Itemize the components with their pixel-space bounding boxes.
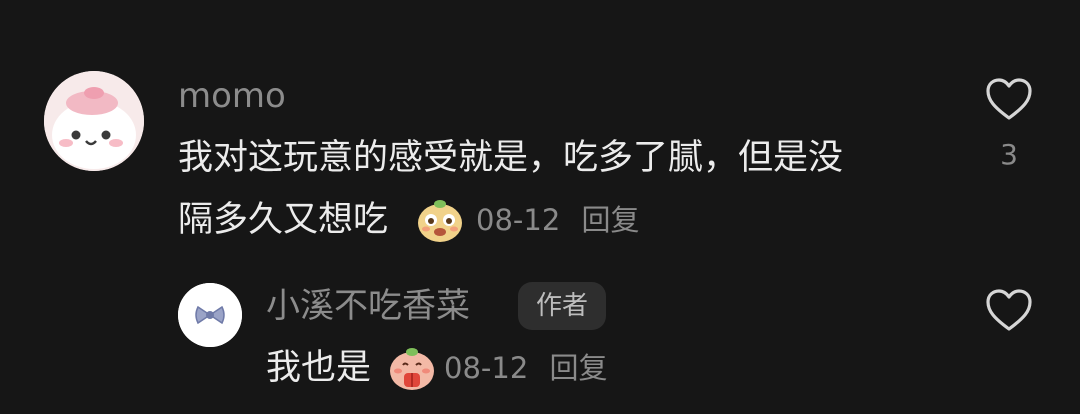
- reply-text: 我也是: [266, 348, 372, 388]
- avatar[interactable]: [44, 71, 144, 171]
- reply-link[interactable]: 回复: [582, 203, 640, 237]
- bow-avatar-icon: [178, 283, 242, 347]
- like-count: 3: [1000, 138, 1018, 171]
- author-badge: 作者: [518, 282, 607, 330]
- reply-username[interactable]: 小溪不吃香菜: [266, 286, 470, 326]
- pink-cartoon-avatar-icon: [44, 71, 144, 171]
- reply-date: 08-12: [444, 351, 529, 385]
- comment-username[interactable]: momo: [178, 76, 286, 116]
- comment-date: 08-12: [476, 203, 561, 237]
- reply-avatar[interactable]: [178, 283, 242, 347]
- heart-icon[interactable]: [984, 76, 1034, 122]
- smiling-face-emoji-icon: [418, 200, 462, 242]
- comment-item: momo 我对这玩意的感受就是，吃多了腻，但是没 隔多久又想吃 08-12 回复…: [0, 0, 1080, 270]
- comment-text-line-1: 我对这玩意的感受就是，吃多了腻，但是没: [178, 138, 844, 178]
- comment-thread: momo 我对这玩意的感受就是，吃多了腻，但是没 隔多久又想吃 08-12 回复…: [0, 0, 1080, 414]
- reply-meta: 08-12 回复: [444, 337, 608, 399]
- heart-icon[interactable]: [984, 287, 1034, 333]
- comment-meta: 08-12 回复: [476, 189, 640, 251]
- praying-hands-emoji-icon: [390, 348, 434, 390]
- reply-link[interactable]: 回复: [550, 351, 608, 385]
- comment-text-line-2: 隔多久又想吃: [178, 200, 389, 240]
